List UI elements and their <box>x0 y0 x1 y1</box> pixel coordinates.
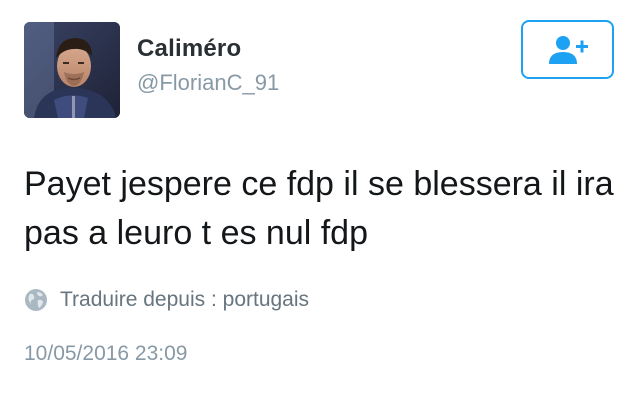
translate-label[interactable]: Traduire depuis : portugais <box>60 288 309 312</box>
globe-icon <box>25 289 47 311</box>
user-handle[interactable]: @FlorianC_91 <box>137 70 279 96</box>
tweet-timestamp[interactable]: 10/05/2016 23:09 <box>24 342 188 366</box>
tweet-text: Payet jespere ce fdp il se blessera il i… <box>24 165 614 252</box>
avatar[interactable] <box>24 22 120 118</box>
translate-link[interactable]: Traduire depuis : portugais <box>24 288 309 312</box>
avatar-image <box>24 22 120 118</box>
follow-button[interactable] <box>521 20 614 79</box>
add-user-icon <box>548 35 588 64</box>
display-name[interactable]: Caliméro <box>137 35 241 63</box>
